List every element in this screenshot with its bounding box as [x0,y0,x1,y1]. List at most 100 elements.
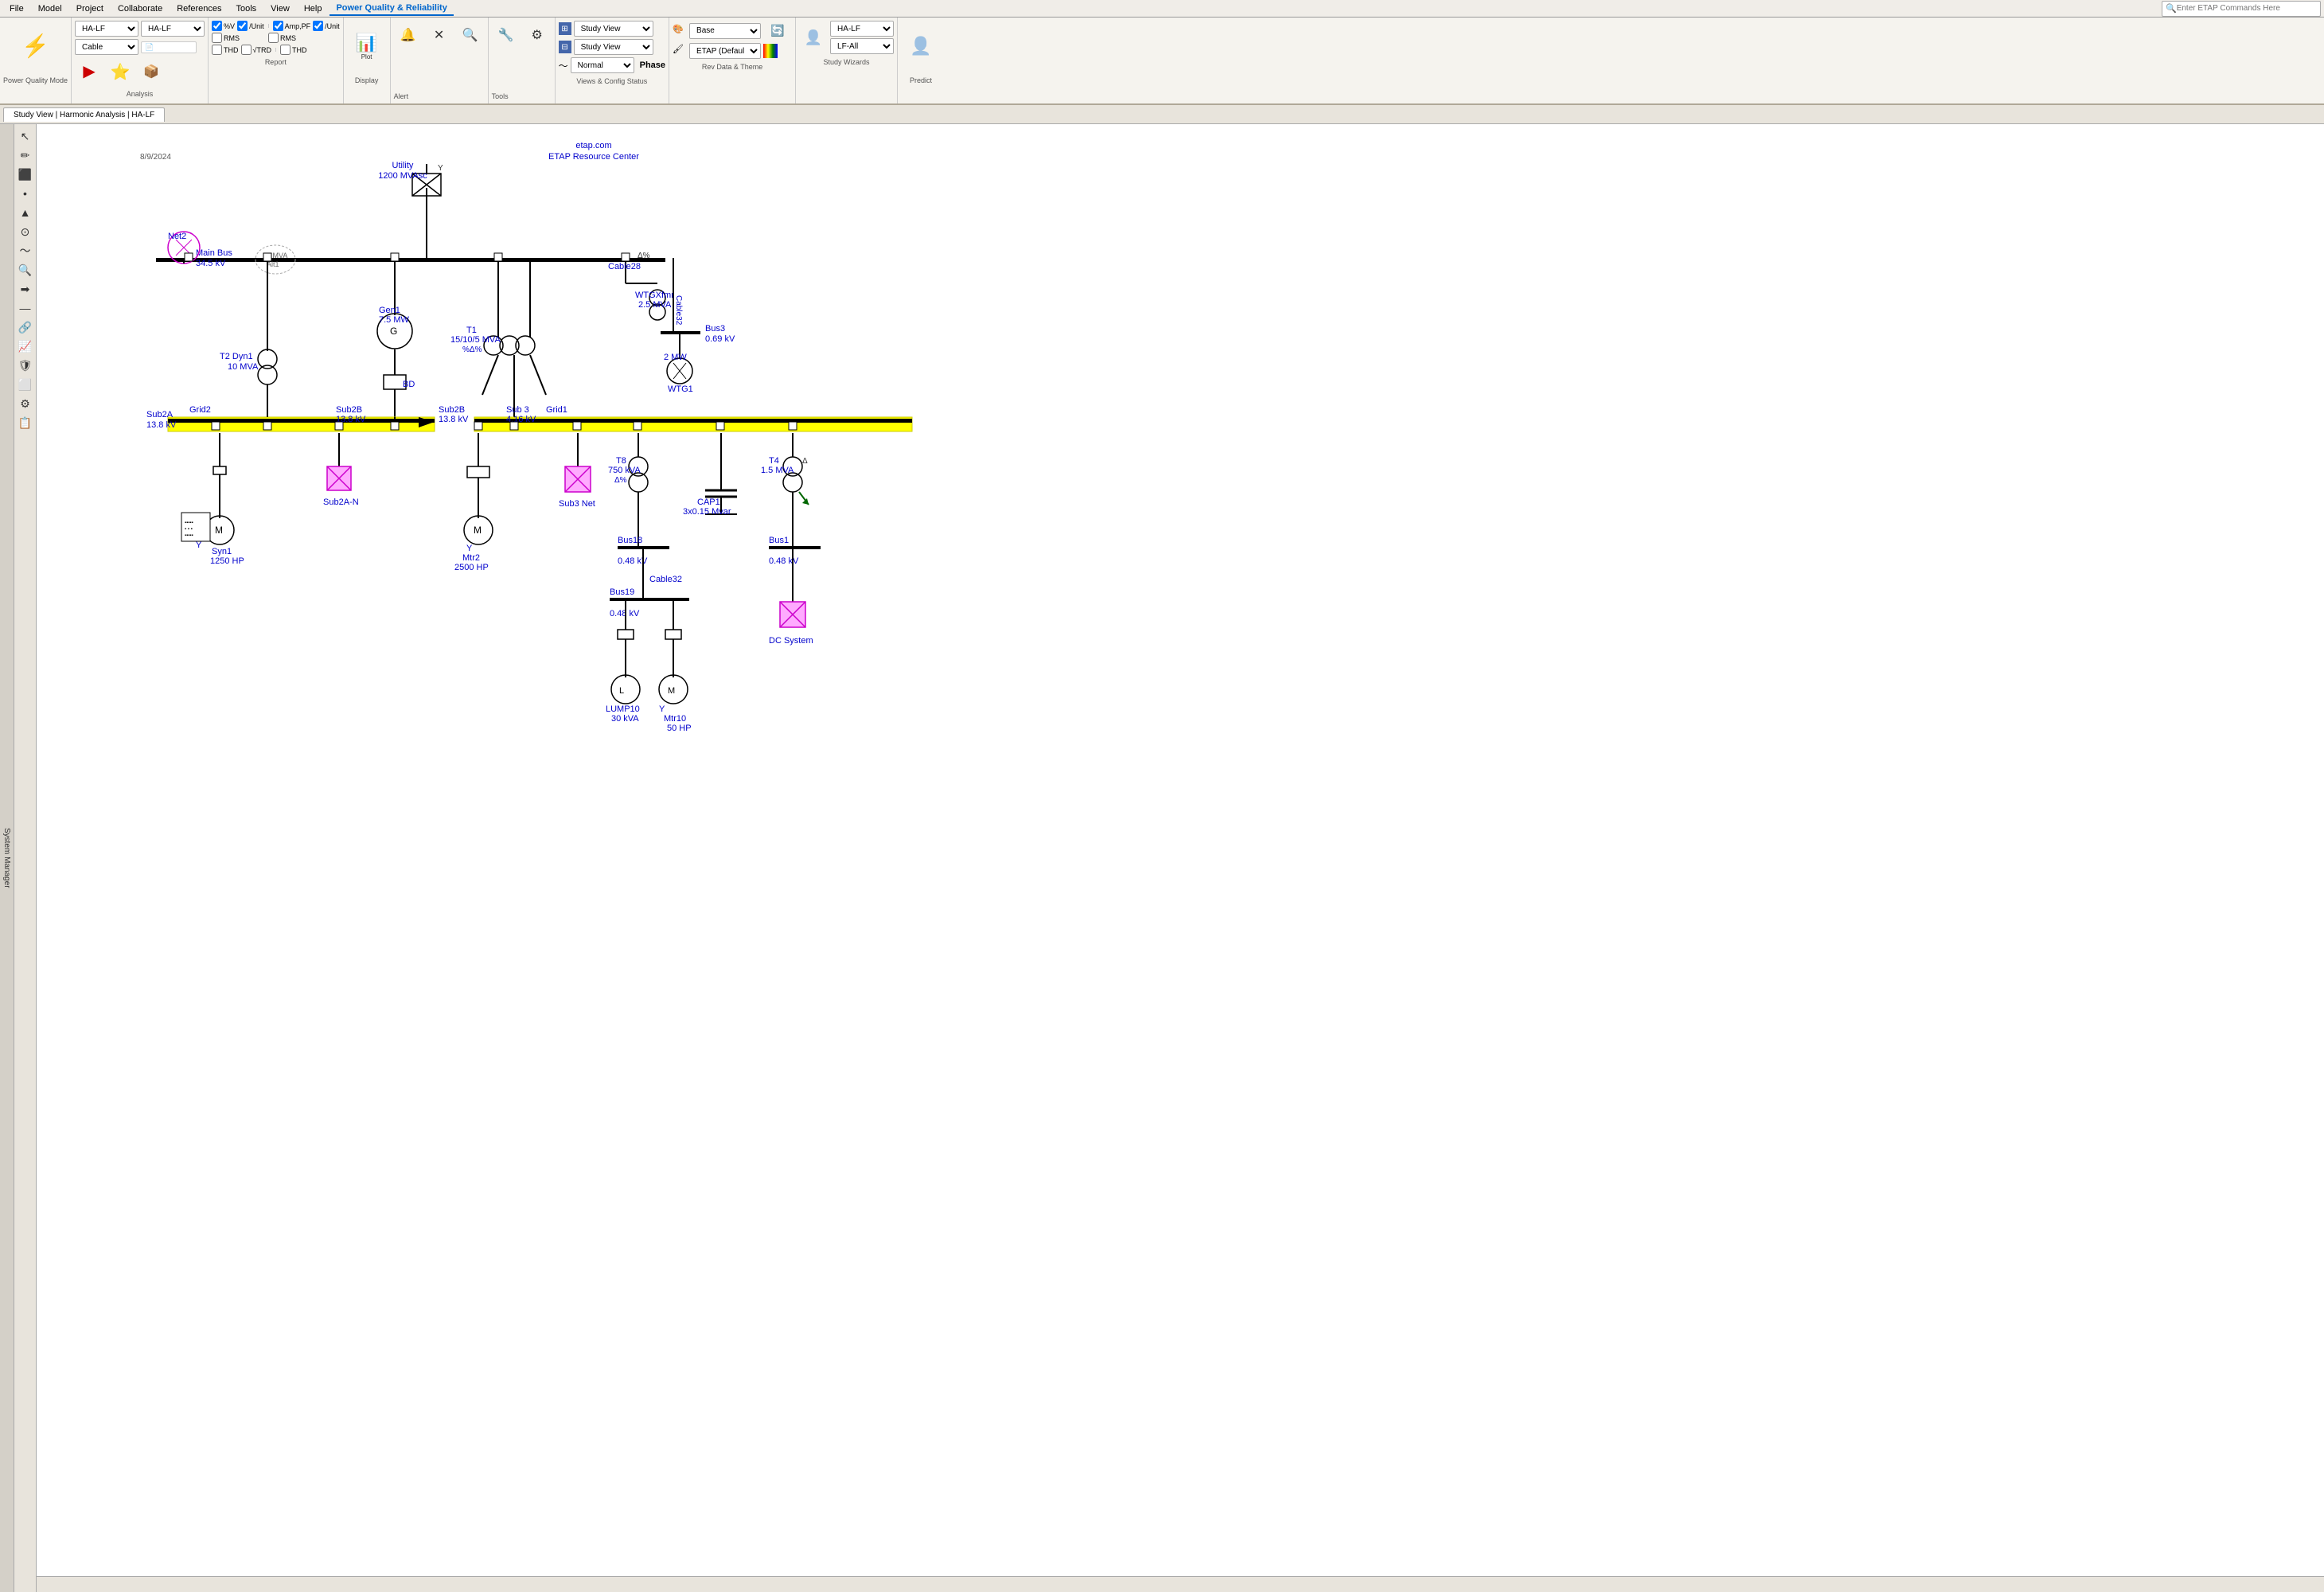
menu-tools[interactable]: Tools [229,2,263,15]
checkbox-pv[interactable]: %V [212,21,235,31]
tools-btn1[interactable]: 🔧 [492,24,521,46]
syn1-hp: 1250 HP [210,556,244,566]
status-bar [37,1576,2324,1592]
bus3-label: Bus3 [705,324,725,334]
sub3net-label: Sub3 Net [559,499,595,509]
menu-project[interactable]: Project [70,2,110,15]
analysis-dropdown-2[interactable]: HA-LF [141,21,205,37]
mtr10-y: Y [659,704,665,714]
checkbox-rms2[interactable]: RMS [268,33,296,43]
toolbar-chart-btn[interactable]: 📈 [17,338,34,355]
alert-cross-btn[interactable]: ✕ [425,24,454,46]
theme-dropdown[interactable]: ETAP (Default) [689,43,761,59]
menu-collaborate[interactable]: Collaborate [111,2,169,15]
predict-icon: 👤 [910,36,931,57]
toolbar-square-btn[interactable]: ⬜ [17,376,34,393]
alert-zoom-btn[interactable]: 🔍 [456,24,485,46]
toolbar-search-btn[interactable]: 🔍 [17,261,34,279]
mtr2-symbol: M [474,525,482,536]
date-label: 8/9/2024 [140,153,171,162]
menu-view[interactable]: View [264,2,296,15]
checkbox-thd1[interactable]: THD [212,45,239,55]
star-icon: ⭐ [111,62,131,82]
alert-red-btn[interactable]: 🔔 [394,24,423,46]
search-input[interactable] [2177,4,2317,13]
checkbox-trd[interactable]: √TRD [241,45,271,55]
checkbox-unit2[interactable]: /Unit [313,21,340,31]
t8-config: Δ% [614,476,627,485]
qr-pattern: ▪▪▪▪▪ [185,521,193,525]
main-bus-kv: 34.5 kV [196,259,226,268]
gen1-symbol: G [390,326,397,337]
toolbar-select-btn[interactable]: ↖ [17,127,34,145]
main-bus-bar [156,258,665,262]
menu-references[interactable]: References [170,2,228,15]
bus19-bar [610,598,689,601]
utility-y-symbol: Y [438,164,443,173]
wizard-avatar-btn[interactable]: 👤 [799,26,828,49]
toolbar-triangle-btn[interactable]: ▲ [17,204,34,221]
normal-dropdown[interactable]: Normal [571,57,634,73]
mtr2-switch [467,466,489,478]
toolbar-wire-btn[interactable]: ⬛ [17,166,34,183]
toolbar-edit-btn[interactable]: ✏ [17,146,34,164]
toolbar-node-btn[interactable]: • [17,185,34,202]
toolbar-circuit-btn[interactable]: ⊙ [17,223,34,240]
plot-btn[interactable]: 📊 Plot [347,21,387,72]
toolbar-gear-btn[interactable]: ⚙ [17,395,34,412]
run-analysis-btn[interactable]: ▶ [75,57,103,86]
menu-model[interactable]: Model [32,2,68,15]
box-icon: 📦 [143,64,159,80]
pq-mode-button[interactable]: ⚡ [16,21,56,72]
main-tab[interactable]: Study View | Harmonic Analysis | HA-LF [3,107,165,122]
ribbon: ⚡ Power Quality Mode HA-LF HA-LF Cable 📄 [0,18,2324,105]
ribbon-group-pq-mode: ⚡ Power Quality Mode [0,18,72,103]
toolbar-link-btn[interactable]: 🔗 [17,318,34,336]
main-layout: System Manager ↖ ✏ ⬛ • ▲ ⊙ 〜 🔍 ➡ — 🔗 📈 🛡… [0,124,2324,1592]
toolbar-shield-btn[interactable]: 🛡 [17,357,34,374]
halff-dropdown[interactable]: HA-LF [830,21,894,37]
breaker-sub2a-1 [212,422,220,430]
sub3-bus-bar [474,419,912,423]
dcsys-label: DC System [769,636,813,646]
tab-label: Study View | Harmonic Analysis | HA-LF [14,111,154,119]
system-manager-sidebar[interactable]: System Manager [0,124,14,1592]
color-wheel-icon: 🎨 [673,24,687,38]
menu-file[interactable]: File [3,2,30,15]
star-btn[interactable]: ⭐ [106,57,135,86]
checkbox-unit1[interactable]: /Unit [237,21,264,31]
main-bus-conn2 [263,253,271,261]
base-dropdown[interactable]: Base [689,23,761,39]
refresh-btn[interactable]: 🔄 [763,21,792,41]
study-view-dropdown-1[interactable]: Study View [574,21,653,37]
cable-dropdown[interactable]: Cable [75,39,138,55]
checkbox-amppf[interactable]: Amp,PF [273,21,311,31]
menu-pqr[interactable]: Power Quality & Reliability [329,2,453,16]
report-btn-sm[interactable]: 📄 [141,41,197,53]
main-bus-label: Main Bus [196,248,232,258]
bus18-bar [618,546,669,549]
toolbar-dash-btn[interactable]: — [17,299,34,317]
analysis-dropdown-1[interactable]: HA-LF [75,21,138,37]
bus3-bar [661,331,700,334]
toolbar-extra-btn[interactable]: 📋 [17,414,34,431]
toolbar-wave-btn[interactable]: 〜 [17,242,34,259]
t1-label: T1 [466,326,477,335]
toolbar-cursor-btn[interactable]: ➡ [17,280,34,298]
plot-icon: 📊 [356,33,377,53]
study-view-dropdown-2[interactable]: Study View [574,39,653,55]
t2-mva: 10 MVA [228,362,259,372]
canvas-area[interactable]: etap.com ETAP Resource Center 8/9/2024 M… [37,124,2324,1592]
command-search[interactable]: 🔍 [2162,1,2321,17]
checkbox-thd2[interactable]: THD [280,45,307,55]
sub2a-kv: 13.8 kV [146,420,177,430]
lfall-dropdown[interactable]: LF-All [830,38,894,54]
tools-btn2[interactable]: ⚙ [523,24,552,46]
predict-btn[interactable]: 👤 [901,21,941,72]
box-btn[interactable]: 📦 [137,57,166,86]
diagram-svg: etap.com ETAP Resource Center 8/9/2024 M… [37,124,2324,1592]
checkbox-rms1[interactable]: RMS [212,33,240,43]
t1-mva: 15/10/5 MVA [450,335,501,345]
grid2-label: Grid2 [189,405,211,415]
menu-help[interactable]: Help [298,2,329,15]
